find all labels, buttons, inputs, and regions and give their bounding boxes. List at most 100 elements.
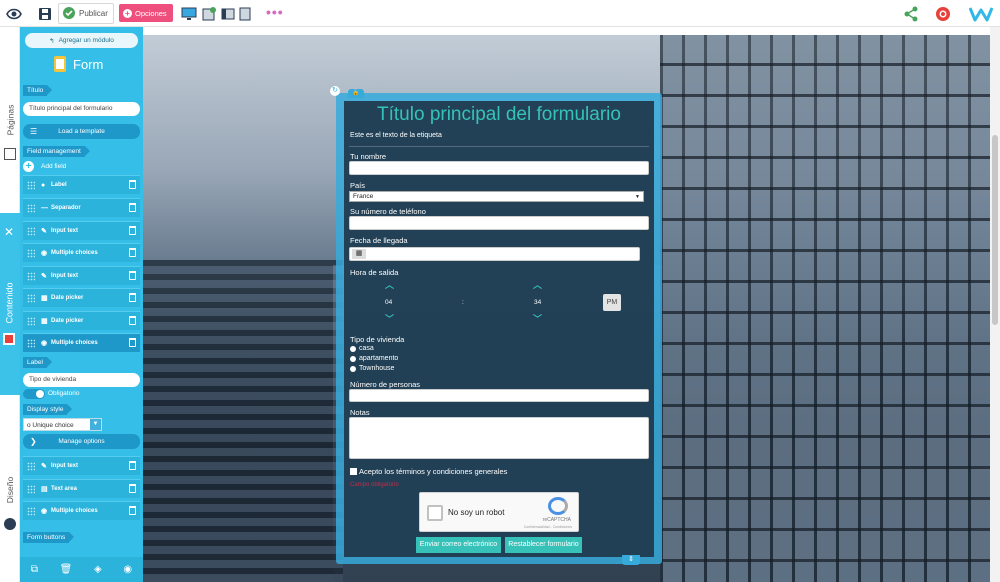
notes-label: Notas bbox=[350, 408, 370, 417]
field-item-input-text[interactable]: ✎ Input text bbox=[23, 456, 140, 475]
manage-options-button[interactable]: ❯ Manage options bbox=[23, 434, 140, 449]
field-item-multiple-choices[interactable]: ◉ Multiple choices bbox=[23, 243, 140, 262]
display-style-select[interactable]: o Unique choice ▼ bbox=[23, 418, 102, 431]
save-icon[interactable] bbox=[36, 5, 54, 23]
window-icon[interactable] bbox=[219, 5, 237, 23]
close-icon[interactable]: ✕ bbox=[4, 225, 14, 239]
brand-logo-icon[interactable] bbox=[968, 5, 994, 23]
minute-up-chevron-icon[interactable]: ︿ bbox=[533, 278, 542, 291]
desktop-icon[interactable] bbox=[180, 5, 198, 23]
recaptcha-checkbox[interactable] bbox=[427, 505, 443, 521]
eye-icon[interactable] bbox=[5, 5, 23, 23]
load-template-button[interactable]: ☰ Load a template bbox=[23, 124, 140, 139]
field-item-input-text[interactable]: ✎ Input text bbox=[23, 221, 140, 240]
recaptcha-links[interactable]: Confidencialidad - Condiciones bbox=[524, 525, 572, 529]
tab-content-label: Contenido bbox=[5, 282, 16, 324]
ampm-toggle[interactable]: PM bbox=[603, 294, 621, 311]
name-input[interactable] bbox=[349, 161, 649, 175]
drag-handle-icon[interactable] bbox=[27, 180, 35, 190]
drag-handle-icon[interactable] bbox=[27, 461, 35, 471]
housing-option[interactable]: Townhouse bbox=[350, 365, 394, 372]
phone-input[interactable] bbox=[349, 216, 649, 230]
trash-icon[interactable] bbox=[129, 506, 136, 515]
minute-value[interactable]: 34 bbox=[534, 299, 541, 306]
drag-handle-icon[interactable] bbox=[27, 316, 35, 326]
field-item-label[interactable]: ● Label bbox=[23, 175, 140, 194]
field-item-date-picker[interactable]: ▦ Date picker bbox=[23, 311, 140, 330]
housing-option[interactable]: casa bbox=[350, 345, 374, 352]
checkbox-icon[interactable] bbox=[350, 468, 357, 475]
mobile-icon[interactable] bbox=[236, 5, 254, 23]
radio-icon[interactable] bbox=[350, 345, 356, 352]
layers-icon[interactable]: ◈ bbox=[94, 564, 102, 575]
trash-icon[interactable] bbox=[129, 461, 136, 470]
tab-design[interactable]: Diseño bbox=[0, 460, 20, 520]
display-style-tag: Display style bbox=[23, 404, 74, 415]
country-select[interactable]: France bbox=[349, 191, 644, 202]
send-email-button[interactable]: Enviar correo electrónico bbox=[416, 537, 501, 553]
title-input[interactable]: Título principal del formulario bbox=[23, 102, 140, 116]
radio-icon[interactable] bbox=[350, 355, 356, 362]
trash-icon[interactable] bbox=[129, 293, 136, 302]
trash-icon[interactable] bbox=[129, 226, 136, 235]
field-item-multiple-choices-selected[interactable]: ◉ Multiple choices bbox=[23, 333, 140, 352]
trash-icon[interactable] bbox=[129, 484, 136, 493]
drag-handle-icon[interactable] bbox=[27, 338, 35, 348]
field-item-separator[interactable]: — Separador bbox=[23, 198, 140, 217]
radio-icon[interactable] bbox=[350, 365, 356, 372]
publish-button[interactable]: Publicar bbox=[58, 3, 114, 24]
field-item-date-picker[interactable]: ▦ Date picker bbox=[23, 288, 140, 307]
calendar-icon[interactable]: ▦ bbox=[352, 249, 366, 259]
trash-icon[interactable] bbox=[129, 180, 136, 189]
add-module-button[interactable]: ↰ Agregar un módulo bbox=[25, 33, 138, 48]
hour-value[interactable]: 04 bbox=[385, 299, 392, 306]
share-icon[interactable] bbox=[902, 5, 920, 23]
drag-handle-icon[interactable] bbox=[27, 248, 35, 258]
housing-option[interactable]: apartamento bbox=[350, 355, 398, 362]
add-field-button[interactable]: + Add field bbox=[23, 161, 66, 172]
field-item-text-area[interactable]: ▤ Text area bbox=[23, 479, 140, 498]
accept-terms-checkbox[interactable]: Acepto los términos y condiciones genera… bbox=[350, 467, 507, 476]
trash-icon[interactable] bbox=[129, 338, 136, 347]
top-toolbar: Publicar + Opciones ••• bbox=[0, 0, 1000, 27]
field-item-multiple-choices[interactable]: ◉ Multiple choices bbox=[23, 501, 140, 520]
drag-handle-icon[interactable] bbox=[27, 484, 35, 494]
arrival-date-input[interactable]: ▦ bbox=[349, 247, 640, 261]
field-item-input-text[interactable]: ✎ Input text bbox=[23, 266, 140, 285]
publish-label: Publicar bbox=[79, 9, 108, 18]
drag-handle-icon[interactable] bbox=[27, 271, 35, 281]
trash-icon[interactable] bbox=[129, 316, 136, 325]
pencil-icon: ✎ bbox=[41, 228, 47, 235]
minute-down-chevron-icon[interactable]: ﹀ bbox=[533, 312, 542, 325]
hour-down-chevron-icon[interactable]: ﹀ bbox=[385, 312, 394, 325]
notes-textarea[interactable] bbox=[349, 417, 649, 459]
drag-handle-icon[interactable] bbox=[27, 226, 35, 236]
arrival-label: Fecha de llegada bbox=[350, 236, 408, 245]
drag-handle-icon[interactable] bbox=[27, 506, 35, 516]
tab-content[interactable]: ✕ Contenido bbox=[0, 213, 20, 395]
more-options-icon[interactable]: ••• bbox=[266, 5, 284, 19]
duplicate-icon[interactable]: ⧉ bbox=[31, 564, 38, 575]
label-input[interactable]: Tipo de vivienda bbox=[23, 373, 140, 387]
help-lifebuoy-icon[interactable] bbox=[934, 5, 952, 23]
drag-handle-icon[interactable] bbox=[27, 203, 35, 213]
rotate-icon[interactable]: ↻ bbox=[330, 86, 340, 96]
trash-icon[interactable]: 🗑 bbox=[60, 564, 73, 575]
required-toggle[interactable] bbox=[23, 389, 45, 399]
drag-handle-icon[interactable] bbox=[27, 293, 35, 303]
trash-icon[interactable] bbox=[129, 203, 136, 212]
textarea-icon: ▤ bbox=[41, 486, 48, 493]
lock-icon[interactable]: 🔒 bbox=[348, 89, 364, 98]
visibility-icon[interactable]: ◉ bbox=[123, 564, 132, 575]
options-button[interactable]: + Opciones bbox=[119, 4, 173, 22]
trash-icon[interactable] bbox=[129, 271, 136, 280]
resize-handle-icon[interactable]: ⇕ bbox=[622, 555, 640, 565]
page-scrollbar[interactable] bbox=[990, 27, 1000, 582]
tablet-icon[interactable] bbox=[200, 5, 218, 23]
reset-form-button[interactable]: Restablecer formulario bbox=[505, 537, 582, 553]
tab-pages[interactable]: Páginas bbox=[0, 90, 20, 150]
hour-up-chevron-icon[interactable]: ︿ bbox=[385, 278, 394, 291]
trash-icon[interactable] bbox=[129, 248, 136, 257]
persons-input[interactable] bbox=[349, 389, 649, 402]
recaptcha-widget[interactable]: No soy un robot reCAPTCHA Confidencialid… bbox=[419, 492, 579, 532]
